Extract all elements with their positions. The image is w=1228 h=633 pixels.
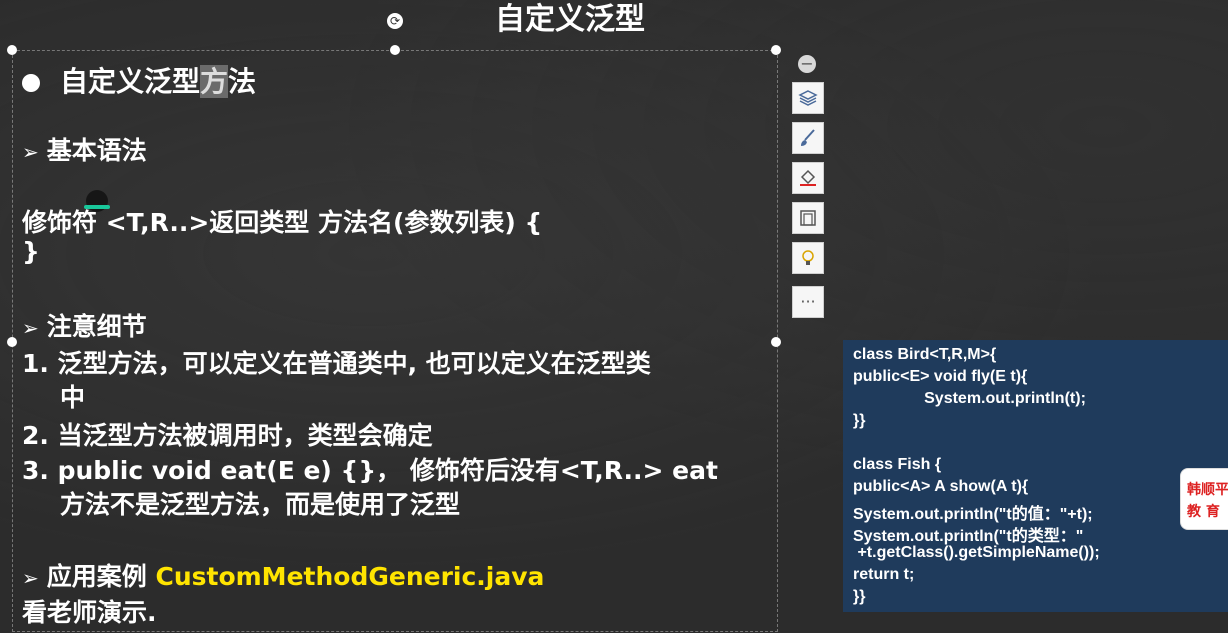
code-line: return t; [853,566,915,583]
case-file-name: CustomMethodGeneric.java [155,562,545,591]
code-line: class Bird<T,R,M>{ [853,346,997,363]
section-case-label: 应用案例 [46,562,156,591]
code-line: System.out.println(t); [853,390,1086,407]
code-line: System.out.println("t的值："+t); [853,506,1093,523]
rotate-handle[interactable]: ⟳ [387,13,403,29]
resize-handle-top-right[interactable] [771,45,781,55]
resize-handle-top-middle[interactable] [390,45,400,55]
code-line: class Fish { [853,456,942,473]
note-item: 3. public void eat(E e) {}， 修饰符后没有<T,R..… [22,456,718,485]
heading-suffix: 法 [228,65,257,98]
slide-title: 自定义泛型 [495,2,645,37]
section-notes-label: 注意细节 [46,312,147,341]
crop-button[interactable] [792,202,824,234]
resize-handle-middle-left[interactable] [7,337,17,347]
code-line: public<E> void fly(E t){ [853,368,1028,385]
arrow-bullet-icon: ➢ [22,140,39,164]
note-item-continued: 方法不是泛型方法，而是使用了泛型 [60,490,461,519]
brush-icon [801,129,815,146]
arrow-bullet-icon: ➢ [22,316,39,340]
fill-button[interactable] [792,162,824,194]
fill-bucket-icon [800,169,816,186]
heading-prefix: 自定义泛型 [60,65,201,98]
lightbulb-icon [802,250,814,265]
brush-button[interactable] [792,122,824,154]
note-item: 2. 当泛型方法被调用时，类型会确定 [22,421,433,450]
ideas-button[interactable] [792,242,824,274]
brand-logo-line1: 韩顺平 [1187,482,1228,498]
note-item: 1. 泛型方法，可以定义在普通类中, 也可以定义在泛型类 [22,349,651,378]
demo-text: 看老师演示. [22,598,157,627]
bullet-heading: 自定义泛型方法 [22,60,256,100]
code-line: public<A> A show(A t){ [853,478,1029,495]
section-syntax: ➢ 基本语法 [22,131,147,167]
collapse-icon[interactable]: − [798,55,816,73]
frame-icon [800,210,816,226]
bullet-dot-icon [22,74,40,92]
cursor-highlight-bar [84,205,110,209]
code-line: System.out.println("t的类型：" [853,528,1084,545]
section-case: ➢ 应用案例 CustomMethodGeneric.java [22,557,544,593]
arrow-bullet-icon: ➢ [22,566,39,590]
section-notes: ➢ 注意细节 [22,307,147,343]
brand-logo: 韩顺平 教 育 [1180,468,1228,530]
layers-button[interactable] [792,82,824,114]
note-item-continued: 中 [60,383,86,412]
resize-handle-top-left[interactable] [7,45,17,55]
code-line: }} [853,588,866,605]
code-line: }} [853,412,866,429]
section-syntax-label: 基本语法 [46,136,147,165]
more-options-button[interactable]: ··· [792,286,824,318]
code-snippet-panel: class Bird<T,R,M>{ public<E> void fly(E … [843,340,1228,612]
layers-icon [798,90,818,106]
brand-logo-line2: 教 育 [1187,504,1220,520]
syntax-line-2: } [22,237,40,266]
code-line: +t.getClass().getSimpleName()); [853,544,1100,561]
resize-handle-middle-right[interactable] [771,337,781,347]
heading-highlight: 方 [200,65,229,98]
